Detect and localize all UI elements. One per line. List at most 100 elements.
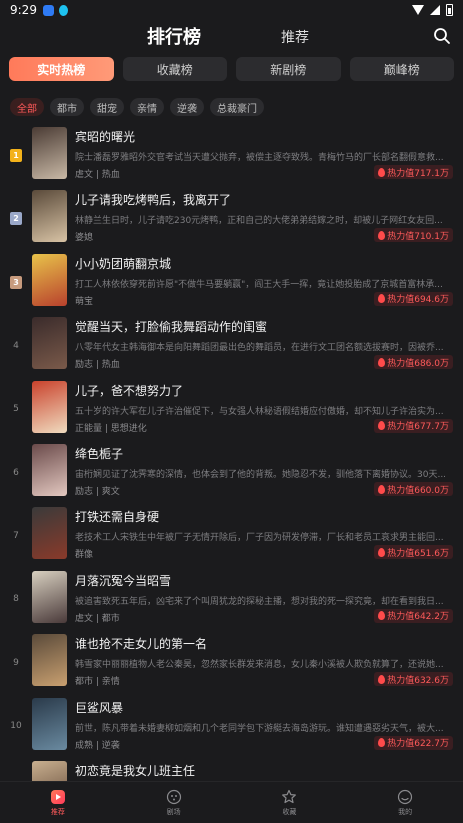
heat-badge: 热力值694.6万 (374, 291, 453, 306)
chip-sweet[interactable]: 甜宠 (90, 98, 124, 116)
page-title: 排行榜 (147, 27, 201, 48)
list-item[interactable]: 7 打铁还需自身硬老技术工人宋铁生中年被厂子无情开除后，厂子因为研发停滞，厂长和老… (0, 507, 463, 567)
list-item[interactable]: 2 儿子请我吃烤鸭后，我离开了 林静兰生日时，儿子请吃230元烤鸭，正和自己的大佬弟… (0, 190, 463, 250)
drama-tags: 励志 | 热血 (75, 360, 120, 371)
list-item[interactable]: 5 儿子，爸不想努力了 五十岁的许大军在儿子许治催促下，与女强人林秘语假结婚应付傲婚… (0, 380, 463, 441)
drama-cover[interactable] (32, 253, 67, 306)
drama-cover[interactable] (32, 570, 67, 623)
drama-title[interactable]: 初恋竟是我女儿班主任 (75, 762, 195, 779)
drama-description: 被追害致死五年后，凶宅来了个叫周犹龙的探秘主播，想对我的死一探究竟，却在看到我日… (75, 596, 444, 607)
rank-number: 5 (13, 404, 19, 415)
list-item[interactable]: 4 觉醒当天，打脸偷我舞蹈动作的闺蜜八零年代女主韩海御本是向阳舞蹈团最出色的舞蹈员… (0, 317, 463, 377)
heat-value: 热力值694.6万 (387, 295, 449, 306)
drama-tags: 虐文 | 都市 (75, 613, 120, 624)
list-item[interactable]: 6 绛色栀子 宙桁娴见证了沈霁寒的深情，也体会到了他的背叛。她隐忍不发，驯他落下离婚… (0, 444, 463, 504)
drama-tags: 萌宝 (75, 296, 94, 307)
tab-favorites-rank[interactable]: 收藏榜 (122, 57, 227, 81)
nav-label: 剧场 (166, 807, 181, 816)
flame-icon (378, 421, 386, 431)
list-item[interactable]: 3 小小奶团萌翻京城 打工人林依依穿死前许愿"不做牛马要躺赢"，阎王大手一挥，竟让她… (0, 253, 463, 314)
drama-title[interactable]: 打铁还需自身硬 (75, 508, 159, 525)
drama-tags: 正能量 | 思想进化 (75, 423, 147, 434)
tab-peak-rank[interactable]: 巅峰榜 (349, 57, 454, 81)
signal-icon (430, 5, 440, 15)
heat-badge: 热力值642.2万 (374, 608, 453, 623)
heat-badge: 热力值717.1万 (374, 165, 453, 179)
search-icon[interactable] (433, 27, 451, 45)
wifi-icon (412, 5, 424, 15)
nav-theater[interactable]: 剧场 (116, 782, 232, 823)
drama-description: 老技术工人宋铁生中年被厂子无情开除后，厂子因为研发停滞，厂长和老员工哀求男主能回… (75, 533, 444, 544)
heat-badge: 热力值622.7万 (374, 735, 453, 750)
drama-title[interactable]: 宾昭的曙光 (75, 128, 135, 145)
list-item[interactable]: 9 谁也抢不走女儿的第一名韩雪家中丽丽植物人老公秦昊，忽然家长群发来消息，女儿秦小… (0, 634, 463, 694)
tab-new-drama-rank[interactable]: 新剧榜 (236, 57, 341, 81)
flame-icon (378, 357, 386, 367)
drama-tags: 虐文 | 热血 (75, 170, 120, 180)
nav-label: 推荐 (50, 807, 65, 816)
status-time: 9:29 (10, 3, 37, 17)
drama-tags: 婆媳 (75, 233, 94, 244)
drama-cover[interactable] (32, 697, 67, 750)
drama-title[interactable]: 巨鲨风暴 (75, 699, 123, 716)
list-item[interactable]: 10 巨鲨风暴前世，陈凡带着未婚妻柳如烟和几个老同学包下游艇去海岛游玩。谁知遭遇惡… (0, 697, 463, 758)
rank-number: 4 (13, 340, 19, 351)
drama-title[interactable]: 绛色栀子 (75, 445, 123, 462)
rank-number: 10 (10, 721, 22, 732)
heat-badge: 热力值710.1万 (374, 228, 453, 243)
nav-recommend[interactable]: 推荐 (0, 782, 116, 823)
drama-cover[interactable] (32, 507, 67, 560)
drama-cover[interactable] (32, 444, 67, 496)
drama-tags: 成熟 | 逆袭 (75, 740, 120, 751)
recommend-tab[interactable]: 推荐 (281, 27, 309, 47)
drama-title[interactable]: 月落沉冤今当昭雪 (75, 572, 171, 589)
drama-description: 前世，陈凡带着未婚妻柳如烟和几个老同学包下游艇去海岛游玩。谁知遭遇惡劣天气，被大… (75, 723, 444, 734)
heat-value: 热力值686.0万 (387, 358, 449, 369)
tab-realtime-hot[interactable]: 实时热榜 (9, 57, 114, 81)
drama-cover[interactable] (32, 190, 67, 243)
chip-all[interactable]: 全部 (10, 98, 44, 116)
rank-number: 2 (10, 212, 22, 226)
drama-cover[interactable] (32, 127, 67, 179)
drama-title[interactable]: 小小奶团萌翻京城 (75, 255, 171, 272)
header: 排行榜 推荐 (0, 22, 463, 50)
drama-tags: 励志 | 爽文 (75, 487, 120, 497)
heat-value: 热力值651.6万 (387, 548, 449, 559)
chip-family[interactable]: 亲情 (130, 98, 164, 116)
rank-number: 7 (13, 530, 19, 541)
status-bar: 9:29 (0, 0, 463, 20)
chip-urban[interactable]: 都市 (50, 98, 84, 116)
drama-description: 韩雪家中丽丽植物人老公秦昊，忽然家长群发来消息，女儿秦小溪被人欺负就算了，还说她… (75, 660, 444, 671)
rank-number: 1 (10, 149, 22, 162)
nav-label: 我的 (398, 807, 413, 816)
flame-icon (378, 738, 386, 748)
drama-title[interactable]: 儿子请我吃烤鸭后，我离开了 (75, 191, 231, 208)
drama-description: 八零年代女主韩海御本是向阳舞蹈团最出色的舞蹈员，在进行文工团名额选拔赛时，因被乔… (75, 343, 444, 354)
heat-badge: 热力值677.7万 (374, 418, 453, 433)
rank-number: 8 (13, 594, 19, 605)
heat-value: 热力值622.7万 (387, 739, 449, 750)
drama-cover[interactable] (32, 380, 67, 433)
flame-icon (378, 611, 386, 621)
drama-title[interactable]: 觉醒当天，打脸偷我舞蹈动作的闺蜜 (75, 318, 267, 335)
heat-value: 热力值632.6万 (387, 675, 449, 686)
flame-icon (378, 230, 386, 240)
app-notification-icon (42, 4, 54, 16)
list-item[interactable]: 8 月落沉冤今当昭雪被追害致死五年后，凶宅来了个叫周犹龙的探秘主播，想对我的死一探… (0, 570, 463, 631)
flame-icon (378, 674, 386, 684)
nav-profile[interactable]: 我的 (347, 782, 463, 823)
drama-tags: 群像 (75, 550, 94, 561)
nav-favorites[interactable]: 收藏 (232, 782, 348, 823)
drama-cover[interactable] (32, 317, 67, 370)
list-item[interactable]: 1 宾昭的曙光 院士潘磊罗雅昭外交官考试当天遭父抛弃，被偿主逐夺致残。青梅竹马的厂长… (0, 127, 463, 187)
favorites-icon (282, 789, 297, 803)
drama-title[interactable]: 谁也抢不走女儿的第一名 (75, 635, 207, 652)
chat-notification-icon (58, 4, 68, 16)
rank-number: 9 (13, 657, 19, 668)
flame-icon (378, 484, 386, 494)
drama-title[interactable]: 儿子，爸不想努力了 (75, 382, 183, 399)
chip-comeback[interactable]: 逆袭 (170, 98, 204, 116)
chip-ceo[interactable]: 总裁豪门 (210, 98, 264, 116)
drama-cover[interactable] (32, 634, 67, 687)
heat-badge: 热力值686.0万 (374, 355, 453, 370)
